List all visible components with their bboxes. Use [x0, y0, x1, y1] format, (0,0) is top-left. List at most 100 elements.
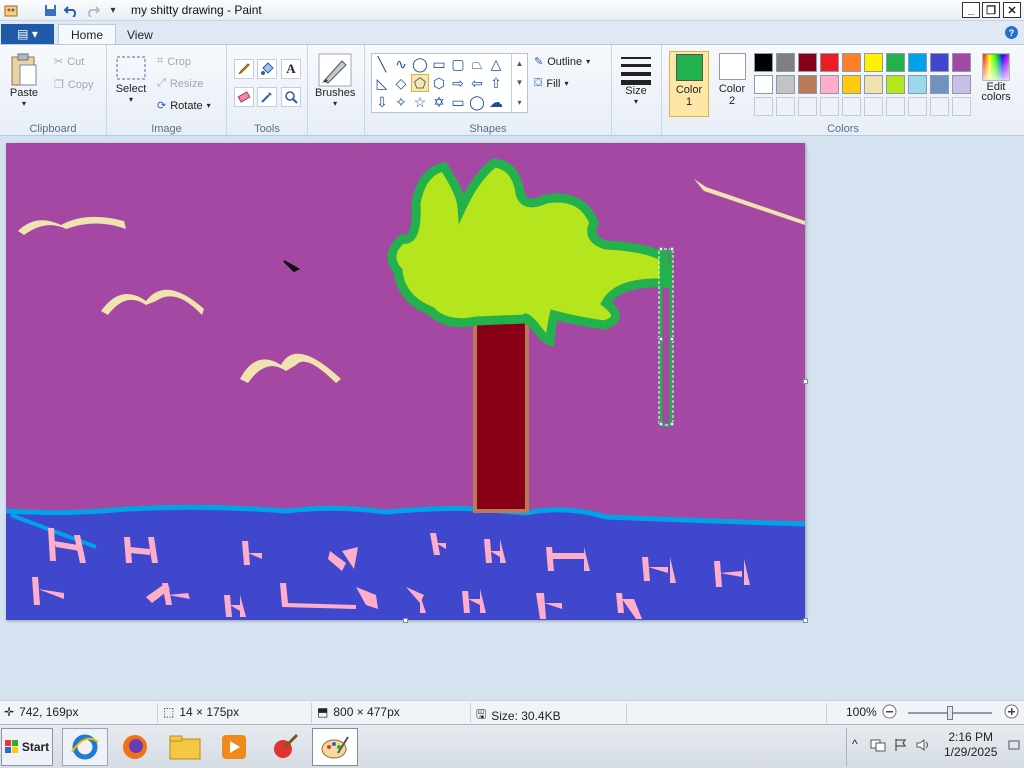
custom-color-slot[interactable]: [886, 97, 905, 116]
network-icon[interactable]: [870, 738, 886, 755]
custom-color-slot[interactable]: [776, 97, 795, 116]
pentagon-shape-icon[interactable]: ⬠: [411, 74, 429, 92]
palette-color-swatch[interactable]: [798, 53, 817, 72]
paintbrush-app-icon[interactable]: [262, 728, 308, 766]
drawing-canvas[interactable]: [6, 143, 805, 620]
rectangle-shape-icon[interactable]: ▭: [430, 55, 448, 73]
canvas-resize-handle-corner[interactable]: [803, 618, 808, 623]
oval-callout-shape-icon[interactable]: ◯: [468, 93, 486, 111]
palette-color-swatch[interactable]: [842, 75, 861, 94]
magnifier-icon[interactable]: [281, 87, 301, 107]
color1-button[interactable]: Color 1: [669, 51, 709, 117]
paste-button[interactable]: Paste ▾: [8, 53, 40, 108]
curve-shape-icon[interactable]: ∿: [392, 55, 410, 73]
palette-color-swatch[interactable]: [930, 75, 949, 94]
right-arrow-shape-icon[interactable]: ⇨: [449, 74, 467, 92]
palette-color-swatch[interactable]: [930, 53, 949, 72]
copy-button[interactable]: ❐ Copy: [54, 78, 94, 92]
size-button[interactable]: Size ▾: [620, 55, 652, 106]
canvas-resize-handle-right[interactable]: [803, 379, 808, 384]
palette-color-swatch[interactable]: [842, 53, 861, 72]
palette-color-swatch[interactable]: [886, 53, 905, 72]
left-arrow-shape-icon[interactable]: ⇦: [468, 74, 486, 92]
shapes-scroll[interactable]: ▲ ▼ ▾: [511, 54, 527, 112]
crop-button[interactable]: ⌗ Crop: [157, 55, 191, 68]
internet-explorer-icon[interactable]: [62, 728, 108, 766]
custom-color-slot[interactable]: [952, 97, 971, 116]
palette-color-swatch[interactable]: [886, 75, 905, 94]
palette-color-swatch[interactable]: [908, 75, 927, 94]
fill-bucket-icon[interactable]: [257, 59, 277, 79]
expand-gallery-icon[interactable]: ▾: [517, 98, 521, 107]
pencil-icon[interactable]: [234, 59, 254, 79]
selection-handle-mr[interactable]: [670, 337, 674, 341]
select-button[interactable]: Select ▾: [115, 55, 147, 104]
rotate-button[interactable]: ⟳ Rotate ▾: [157, 99, 211, 113]
rounded-rectangle-shape-icon[interactable]: ▢: [449, 55, 467, 73]
color-picker-icon[interactable]: [257, 87, 277, 107]
cloud-callout-shape-icon[interactable]: ☁: [487, 93, 505, 111]
custom-color-slot[interactable]: [842, 97, 861, 116]
up-arrow-shape-icon[interactable]: ⇧: [487, 74, 505, 92]
custom-color-slot[interactable]: [908, 97, 927, 116]
palette-color-swatch[interactable]: [754, 53, 773, 72]
firefox-icon[interactable]: [112, 728, 158, 766]
five-point-star-shape-icon[interactable]: ☆: [411, 93, 429, 111]
rect-callout-shape-icon[interactable]: ▭: [449, 93, 467, 111]
line-shape-icon[interactable]: ╲: [373, 55, 391, 73]
custom-color-slot[interactable]: [798, 97, 817, 116]
scroll-down-icon[interactable]: ▼: [516, 78, 524, 87]
palette-color-swatch[interactable]: [820, 75, 839, 94]
edit-colors-button[interactable]: Edit colors: [976, 53, 1016, 103]
media-player-icon[interactable]: [211, 728, 257, 766]
four-point-star-shape-icon[interactable]: ✧: [392, 93, 410, 111]
brushes-button[interactable]: Brushes ▾: [315, 53, 355, 108]
show-hidden-icons[interactable]: ^: [852, 737, 858, 751]
color2-button[interactable]: Color 2: [714, 53, 750, 107]
diamond-shape-icon[interactable]: ◇: [392, 74, 410, 92]
down-arrow-shape-icon[interactable]: ⇩: [373, 93, 391, 111]
selection-handle-tl[interactable]: [659, 247, 663, 251]
triangle-shape-icon[interactable]: △: [487, 55, 505, 73]
selection-handle-br[interactable]: [670, 422, 674, 426]
custom-color-slot[interactable]: [820, 97, 839, 116]
palette-color-swatch[interactable]: [820, 53, 839, 72]
scroll-up-icon[interactable]: ▲: [516, 59, 524, 68]
palette-color-swatch[interactable]: [776, 53, 795, 72]
save-icon[interactable]: [41, 2, 59, 19]
paint-app-icon[interactable]: [2, 2, 20, 19]
minimize-button[interactable]: _: [962, 2, 980, 18]
selection-handle-tr[interactable]: [670, 247, 674, 251]
zoom-out-icon[interactable]: [882, 704, 897, 719]
custom-color-slot[interactable]: [864, 97, 883, 116]
paint-taskbar-button[interactable]: [312, 728, 358, 766]
action-center-flag-icon[interactable]: [894, 738, 908, 755]
show-desktop-icon[interactable]: [1008, 739, 1020, 754]
oval-shape-icon[interactable]: ◯: [411, 55, 429, 73]
selection-handle-bl[interactable]: [659, 422, 663, 426]
fill-button[interactable]: ⛋ Fill ▾: [534, 77, 568, 90]
help-icon[interactable]: ?: [1005, 26, 1018, 39]
restore-button[interactable]: ❐: [982, 2, 1000, 18]
close-button[interactable]: ✕: [1003, 2, 1021, 18]
palette-color-swatch[interactable]: [864, 53, 883, 72]
resize-button[interactable]: ⤢ Resize: [157, 77, 203, 90]
palette-color-swatch[interactable]: [754, 75, 773, 94]
undo-icon[interactable]: [62, 2, 80, 19]
canvas-resize-handle-bottom[interactable]: [403, 618, 408, 623]
file-menu-button[interactable]: ▤ ▾: [1, 24, 54, 44]
hexagon-shape-icon[interactable]: ⬡: [430, 74, 448, 92]
cut-button[interactable]: ✂ Cut: [54, 55, 84, 69]
palette-color-swatch[interactable]: [776, 75, 795, 94]
right-triangle-shape-icon[interactable]: ◺: [373, 74, 391, 92]
eraser-icon[interactable]: [234, 87, 254, 107]
customize-toolbar-icon[interactable]: ▾: [104, 2, 122, 19]
selection-handle-ml[interactable]: [659, 337, 663, 341]
zoom-in-icon[interactable]: [1004, 704, 1019, 719]
redo-icon[interactable]: [84, 2, 102, 19]
start-button[interactable]: Start: [1, 728, 53, 766]
tab-home[interactable]: Home: [58, 24, 117, 45]
palette-color-swatch[interactable]: [908, 53, 927, 72]
custom-color-slot[interactable]: [930, 97, 949, 116]
volume-icon[interactable]: [916, 738, 932, 755]
